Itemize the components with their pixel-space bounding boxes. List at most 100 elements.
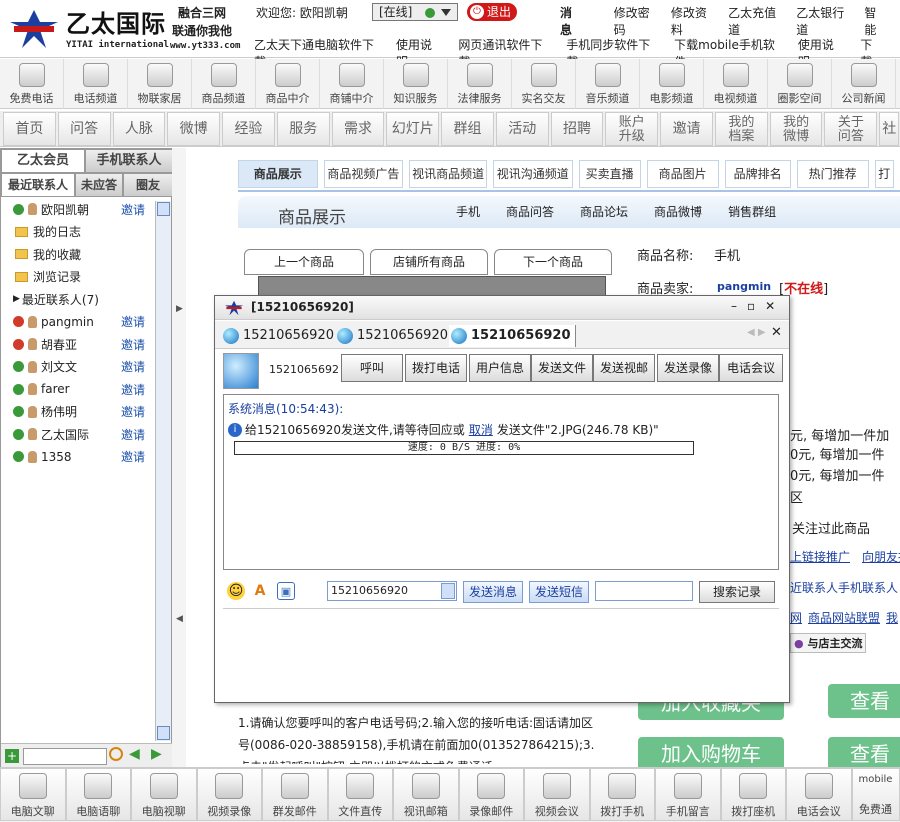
contact-item[interactable]: 1358 邀请 [1, 446, 153, 469]
contact-item[interactable]: pangmin 邀请 [1, 311, 153, 334]
view-button-1[interactable]: 查看 [828, 684, 900, 718]
send-sms-button[interactable]: 发送短信 [529, 581, 589, 603]
subtab-goods-display[interactable]: 商品展示 [238, 160, 318, 188]
collapse-arrow-icon[interactable]: ▶ [176, 304, 183, 314]
message-input[interactable] [223, 608, 779, 688]
send-recording-button[interactable]: 发送录像 [657, 354, 719, 382]
nav-home[interactable]: 首页 [3, 112, 56, 146]
link-smart[interactable]: 智能 [864, 4, 886, 38]
nav-experience[interactable]: 经验 [222, 112, 275, 146]
alliance-link[interactable]: 商品网站联盟 [808, 609, 880, 626]
arrow-right-icon[interactable]: ▶ [151, 746, 162, 762]
send-file-button[interactable]: 发送文件 [531, 354, 593, 382]
channel-goods-agent[interactable]: 商品中介 [256, 59, 320, 109]
contact-scrollbar[interactable] [155, 201, 171, 741]
contact-item[interactable]: 胡春亚 邀请 [1, 333, 153, 356]
channel-news[interactable]: 公司新闻 [832, 59, 896, 109]
tool-record-mail[interactable]: 录像邮件 [458, 768, 524, 821]
tool-video-conference[interactable]: 视频会议 [524, 768, 590, 821]
link-goods-forum[interactable]: 商品论坛 [580, 203, 628, 220]
channel-music[interactable]: 音乐频道 [576, 59, 640, 109]
contact-search-input[interactable] [23, 748, 107, 765]
contact-item[interactable]: 乙太国际 邀请 [1, 423, 153, 446]
minimize-icon[interactable]: – [731, 299, 737, 313]
nav-demand[interactable]: 需求 [331, 112, 385, 146]
folder-item[interactable]: 我的日志 [1, 221, 153, 244]
dial-phone-button[interactable]: 拨打电话 [405, 354, 467, 382]
link-change-password[interactable]: 修改密码 [614, 4, 657, 38]
nav-weibo[interactable]: 微博 [167, 112, 221, 146]
channel-free-call[interactable]: 免费电话 [0, 59, 64, 109]
channel-phone[interactable]: 电话频道 [64, 59, 128, 109]
add-contact-icon[interactable]: + [5, 749, 19, 763]
maximize-icon[interactable]: ▫ [747, 299, 755, 313]
folder-item[interactable]: 浏览记录 [1, 266, 153, 289]
link-phone[interactable]: 手机 [456, 203, 480, 220]
subtab-video-talk[interactable]: 视讯沟通频道 [492, 160, 573, 188]
invite-link[interactable]: 邀请 [121, 201, 145, 218]
contact-item[interactable]: 杨伟明 邀请 [1, 401, 153, 424]
chat-tab-active[interactable]: 15210656920 [449, 325, 576, 347]
tool-mass-mail[interactable]: 群发邮件 [262, 768, 328, 821]
tool-file-transfer[interactable]: 文件直传 [327, 768, 393, 821]
close-icon[interactable]: ✕ [765, 299, 775, 313]
cancel-link[interactable]: 取消 [469, 421, 493, 438]
tool-free-call[interactable]: mobile 免费通 [851, 768, 900, 821]
tool-pc-chat[interactable]: 电脑文聊 [0, 768, 66, 821]
next-product-button[interactable]: 下一个商品 [494, 249, 612, 275]
channel-goods[interactable]: 商品频道 [192, 59, 256, 109]
call-button[interactable]: 呼叫 [341, 354, 403, 382]
share-friend-link[interactable]: 向朋友推 [862, 548, 900, 565]
tab-members[interactable]: 乙太会员 [1, 149, 85, 173]
tab-scroll-icon[interactable]: ◀ ▶ [747, 327, 766, 338]
channel-tv[interactable]: 电视频道 [704, 59, 768, 109]
nav-qa[interactable]: 问答 [57, 112, 111, 146]
folder-item[interactable]: 我的收藏 [1, 243, 153, 266]
link-edit-profile[interactable]: 修改资料 [671, 4, 714, 38]
shop-all-products-button[interactable]: 店铺所有商品 [370, 249, 488, 275]
nav-my-weibo[interactable]: 我的 微博 [769, 112, 823, 146]
channel-shop-agent[interactable]: 商铺中介 [320, 59, 384, 109]
channel-space[interactable]: 圈影空间 [768, 59, 832, 109]
nav-more[interactable]: 社 [879, 112, 899, 146]
logout-button[interactable]: ⏻ 退出 [467, 3, 517, 21]
emoji-icon[interactable]: ☺ [227, 582, 245, 600]
channel-dating[interactable]: 实名交友 [512, 59, 576, 109]
prev-product-button[interactable]: 上一个商品 [244, 249, 364, 275]
link-goods-weibo[interactable]: 商品微博 [654, 203, 702, 220]
net-link[interactable]: 网 [790, 609, 802, 626]
nav-jobs[interactable]: 招聘 [550, 112, 604, 146]
nav-my-profile[interactable]: 我的 档案 [714, 112, 768, 146]
scroll-down-icon[interactable] [157, 726, 170, 740]
subtab-more[interactable]: 打 [874, 160, 894, 188]
subtab-video-ads[interactable]: 商品视频广告 [323, 160, 404, 188]
invite-link[interactable]: 邀请 [121, 336, 145, 353]
close-tab-icon[interactable]: ✕ [771, 325, 782, 340]
screenshot-icon[interactable]: ▣ [277, 582, 295, 600]
seller-name[interactable]: pangmin [717, 280, 771, 293]
tool-call-landline[interactable]: 拨打座机 [720, 768, 786, 821]
invite-link[interactable]: 邀请 [121, 448, 145, 465]
link-sales-group[interactable]: 销售群组 [728, 203, 776, 220]
tool-call-mobile[interactable]: 拨打手机 [589, 768, 655, 821]
nav-events[interactable]: 活动 [495, 112, 549, 146]
nav-groups[interactable]: 群组 [441, 112, 494, 146]
expand-arrow-icon[interactable]: ◀ [176, 614, 183, 624]
recent-contacts-link[interactable]: 近联系人 [790, 579, 838, 596]
contact-item[interactable]: 刘文文 邀请 [1, 356, 153, 379]
search-records-button[interactable]: 搜索记录 [699, 581, 775, 603]
user-info-button[interactable]: 用户信息 [469, 354, 531, 382]
shop-talk-button[interactable]: ● 与店主交流 [790, 633, 867, 653]
subtab-video-goods[interactable]: 视讯商品频道 [409, 160, 487, 188]
subtab-images[interactable]: 商品图片 [646, 160, 719, 188]
invite-link[interactable]: 邀请 [121, 358, 145, 375]
contact-item[interactable]: 欧阳凯朝 邀请 [1, 198, 153, 221]
scroll-up-icon[interactable] [157, 202, 170, 216]
nav-about-qa[interactable]: 关于 问答 [824, 112, 878, 146]
link-messages[interactable]: 消息 [560, 4, 582, 38]
invite-link[interactable]: 邀请 [121, 403, 145, 420]
arrow-left-icon[interactable]: ◀ [129, 746, 140, 762]
chat-tab[interactable]: 15210656920 [221, 325, 334, 347]
channel-movie[interactable]: 电影频道 [640, 59, 704, 109]
font-icon[interactable]: A [251, 582, 269, 600]
